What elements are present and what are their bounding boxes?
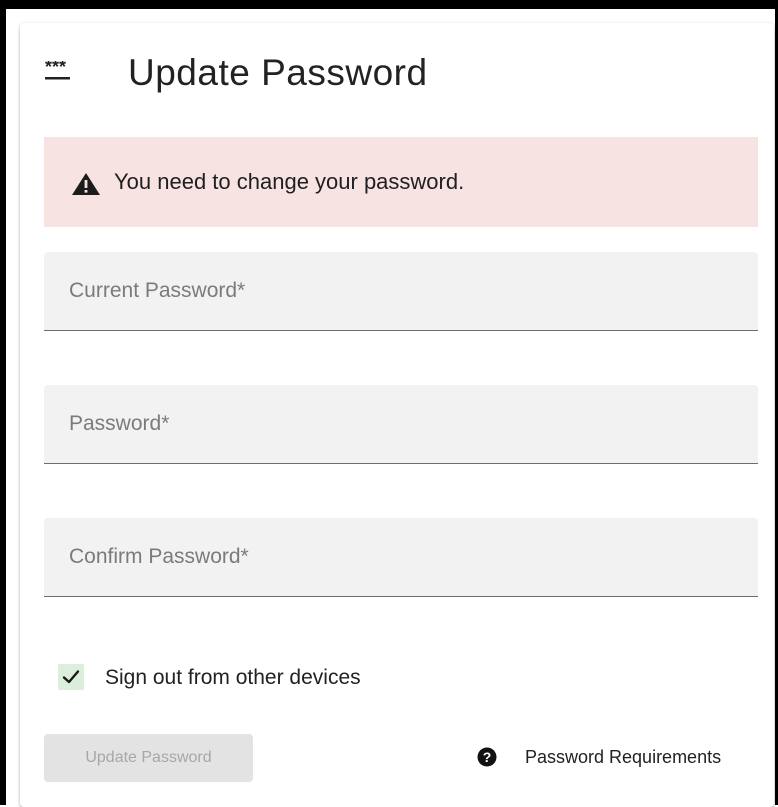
password-change-alert: You need to change your password.	[44, 137, 758, 227]
update-password-card: *** Update Password You need to change y…	[20, 23, 774, 807]
sign-out-checkbox[interactable]	[58, 664, 84, 690]
page-title: Update Password	[128, 52, 428, 93]
new-password-input[interactable]	[44, 385, 758, 463]
confirm-password-field[interactable]	[44, 518, 758, 597]
current-password-field[interactable]	[44, 252, 758, 331]
svg-text:***: ***	[45, 61, 66, 77]
svg-text:?: ?	[483, 749, 492, 765]
sign-out-checkbox-label[interactable]: Sign out from other devices	[105, 664, 361, 692]
confirm-password-input[interactable]	[44, 518, 758, 596]
password-dots-icon: ***	[45, 61, 70, 80]
window-frame: *** Update Password You need to change y…	[0, 0, 778, 807]
update-password-button[interactable]: Update Password	[44, 734, 253, 782]
current-password-input[interactable]	[44, 252, 758, 330]
help-circle-icon: ?	[477, 747, 497, 767]
card-header: *** Update Password	[20, 23, 774, 133]
warning-triangle-icon	[72, 173, 100, 195]
check-icon	[62, 670, 80, 684]
password-requirements-link[interactable]: ? Password Requirements	[477, 744, 767, 770]
alert-message: You need to change your password.	[114, 169, 465, 194]
password-field[interactable]	[44, 385, 758, 464]
password-requirements-label[interactable]: Password Requirements	[525, 745, 721, 769]
sign-out-other-devices-option[interactable]: Sign out from other devices	[58, 663, 458, 693]
